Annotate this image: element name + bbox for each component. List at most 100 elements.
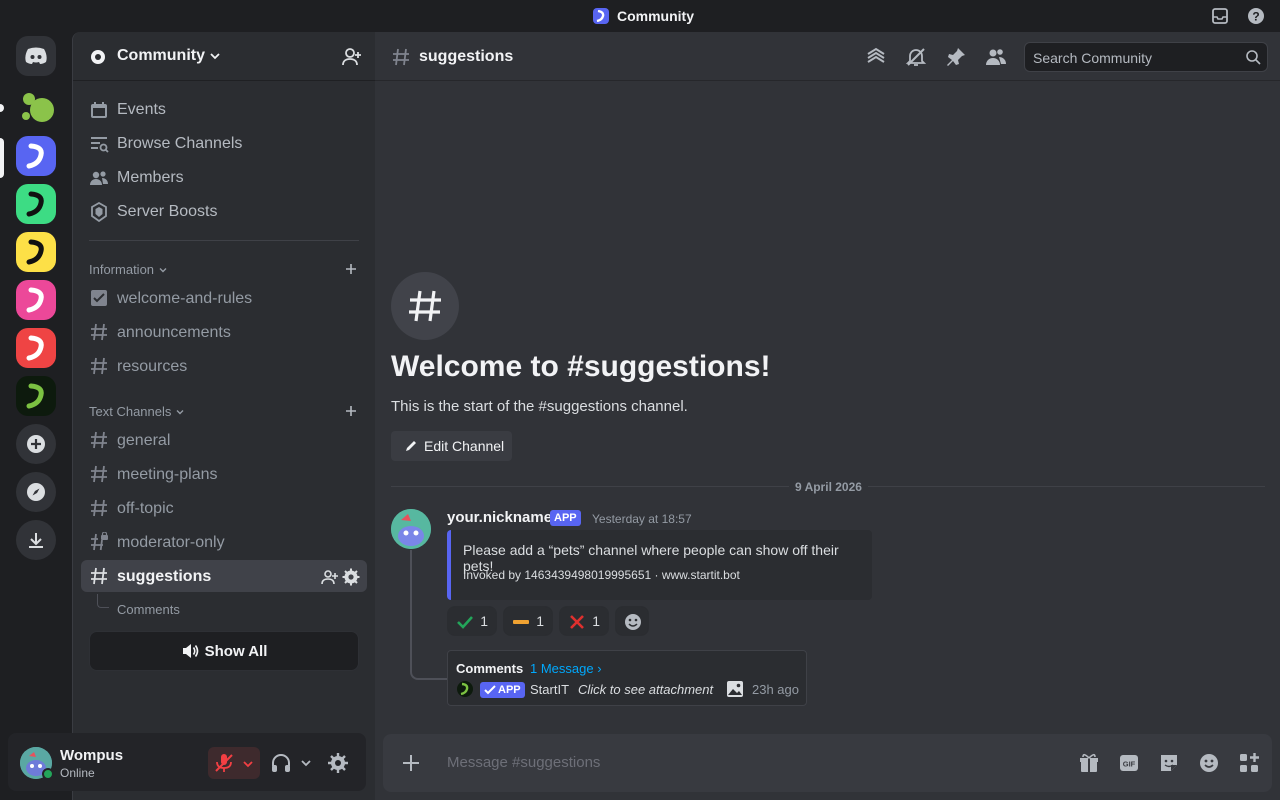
green-server-icon xyxy=(26,191,44,217)
channel-off-topic[interactable]: off-topic xyxy=(117,500,174,518)
channel-meeting-plans[interactable]: meeting-plans xyxy=(117,466,218,484)
direct-messages-button[interactable] xyxy=(16,36,56,76)
category-information-label: Information xyxy=(89,262,155,277)
hash-icon xyxy=(91,357,107,375)
thread-message-count-link[interactable]: 1 Message › xyxy=(530,661,602,676)
server-community[interactable] xyxy=(16,136,56,176)
chevron-down-icon[interactable] xyxy=(300,757,312,769)
pin-icon[interactable] xyxy=(945,46,967,68)
channel-suggestions[interactable]: suggestions xyxy=(117,568,211,586)
sticker-icon[interactable] xyxy=(1158,752,1180,774)
thread-card-name: Comments xyxy=(456,661,524,676)
thread-time: 23h ago xyxy=(752,682,799,697)
add-reaction-button[interactable] xyxy=(615,606,649,636)
reaction-minus[interactable]: 1 xyxy=(503,606,553,636)
apps-icon[interactable] xyxy=(1238,752,1260,774)
thread-card[interactable]: Comments 1 Message › APP StartIT Click t… xyxy=(447,650,807,706)
gift-icon[interactable] xyxy=(1078,752,1100,774)
channel-general[interactable]: general xyxy=(117,432,170,450)
server-yellow[interactable] xyxy=(16,232,56,272)
server-pink[interactable] xyxy=(16,280,56,320)
compass-icon xyxy=(27,483,45,501)
invite-people-icon[interactable] xyxy=(341,46,363,68)
server-startit[interactable] xyxy=(16,376,56,416)
rules-channel-icon xyxy=(91,290,107,306)
chevron-down-icon xyxy=(210,53,220,60)
search-input[interactable]: Search Community xyxy=(1024,42,1268,72)
create-channel-plus-icon[interactable] xyxy=(343,403,359,419)
window-title: Community xyxy=(593,8,694,24)
show-all-button[interactable]: Show All xyxy=(89,631,359,671)
embed-footer: Invoked by 1463439498019995651 · www.sta… xyxy=(463,568,740,582)
startit-avatar-icon xyxy=(457,681,473,697)
create-channel-plus-icon[interactable] xyxy=(343,261,359,277)
server-name[interactable]: Community xyxy=(117,47,221,65)
inbox-icon[interactable] xyxy=(1211,7,1229,25)
message-embed: Please add a “pets” channel where people… xyxy=(447,530,872,600)
add-server-button[interactable] xyxy=(16,424,56,464)
date-divider-label: 9 April 2026 xyxy=(789,480,868,494)
channel-resources[interactable]: resources xyxy=(117,358,187,376)
message-composer[interactable]: Message #suggestions GIF xyxy=(383,734,1272,792)
channel-moderator-only[interactable]: moderator-only xyxy=(117,534,225,552)
hash-icon xyxy=(409,290,441,322)
pencil-icon xyxy=(406,441,416,451)
username: Wompus xyxy=(60,747,124,764)
gif-icon[interactable]: GIF xyxy=(1118,752,1140,774)
thread-comments[interactable]: Comments xyxy=(117,602,180,617)
server-green-dots[interactable] xyxy=(16,88,56,128)
hash-icon xyxy=(91,499,107,517)
community-server-icon xyxy=(26,143,44,169)
reaction-cross[interactable]: 1 xyxy=(559,606,609,636)
download-icon xyxy=(29,533,43,548)
headphones-icon[interactable] xyxy=(270,752,292,774)
message-avatar[interactable] xyxy=(391,509,431,549)
member-list-icon[interactable] xyxy=(985,46,1007,68)
nav-browse-channels[interactable]: Browse Channels xyxy=(81,128,367,160)
search-icon xyxy=(1246,50,1261,65)
show-all-label: Show All xyxy=(204,642,268,660)
help-icon[interactable]: ? xyxy=(1247,7,1265,25)
server-name-text: Community xyxy=(117,47,205,64)
search-placeholder: Search Community xyxy=(1033,50,1153,66)
channel-sidebar: Community Events Browse Channels Members… xyxy=(72,32,375,800)
edit-channel-button[interactable]: Edit Channel xyxy=(391,431,512,461)
discover-button[interactable] xyxy=(16,472,56,512)
pink-server-icon xyxy=(26,287,44,313)
server-green[interactable] xyxy=(16,184,56,224)
thread-connector xyxy=(97,594,109,608)
channel-settings-gear-icon[interactable] xyxy=(342,568,360,586)
nav-server-boosts[interactable]: Server Boosts xyxy=(81,196,367,228)
user-settings-gear-icon[interactable] xyxy=(327,752,349,774)
channel-announcements[interactable]: announcements xyxy=(117,324,231,342)
threads-icon[interactable] xyxy=(865,46,887,68)
nav-browse-channels-label: Browse Channels xyxy=(117,135,243,152)
online-status-indicator xyxy=(42,768,54,780)
locked-hash-icon xyxy=(91,532,108,551)
category-information[interactable]: Information xyxy=(89,262,168,277)
mute-button[interactable] xyxy=(208,747,260,779)
download-apps-button[interactable] xyxy=(16,520,56,560)
invite-member-icon[interactable] xyxy=(321,568,339,586)
category-text-channels[interactable]: Text Channels xyxy=(89,404,185,419)
hash-icon xyxy=(91,465,107,483)
server-icon xyxy=(593,8,609,24)
server-header[interactable]: Community xyxy=(73,32,375,81)
members-icon xyxy=(90,171,108,185)
nav-members[interactable]: Members xyxy=(81,162,367,194)
chevron-down-icon xyxy=(176,409,184,414)
reaction-check[interactable]: 1 xyxy=(447,606,497,636)
channel-header: suggestions Search Community xyxy=(375,32,1280,81)
attach-plus-icon[interactable] xyxy=(401,753,421,773)
server-red[interactable] xyxy=(16,328,56,368)
svg-text:GIF: GIF xyxy=(1123,760,1136,769)
hash-icon xyxy=(91,323,107,341)
server-settings-gear-icon xyxy=(91,50,105,64)
emoji-icon[interactable] xyxy=(1198,752,1220,774)
notification-muted-bell-icon[interactable] xyxy=(905,46,927,68)
message-author[interactable]: your.nickname xyxy=(447,509,552,526)
chat-area: suggestions Search Community Welcome to … xyxy=(375,32,1280,800)
channel-welcome-and-rules[interactable]: welcome-and-rules xyxy=(117,290,252,308)
nav-events[interactable]: Events xyxy=(81,94,367,126)
thread-bot-name: StartIT xyxy=(530,682,570,697)
